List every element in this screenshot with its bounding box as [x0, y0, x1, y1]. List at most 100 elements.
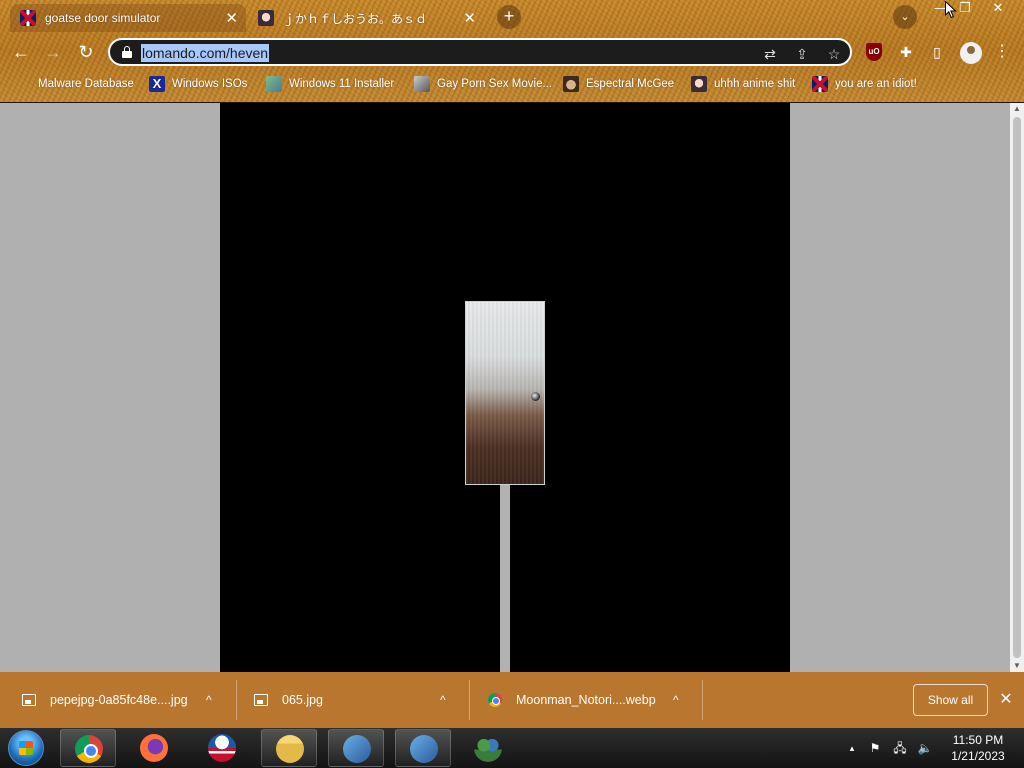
chrome-icon — [75, 735, 103, 763]
x-icon: X — [149, 76, 165, 92]
translate-icon[interactable]: ⇄ — [760, 44, 780, 64]
network-icon[interactable]: 🖧 — [890, 728, 910, 768]
reload-button[interactable]: ↻ — [73, 39, 99, 65]
bookmark-label: Espectral McGee — [586, 78, 675, 90]
tab-anime[interactable]: ｊかｈｆしおうお。あｓｄ ✕ — [248, 4, 484, 32]
download-item[interactable]: 065.jpg ^ — [254, 672, 464, 728]
anime-face-icon — [258, 10, 274, 26]
obama-logo-icon — [208, 734, 236, 762]
bookmark-anime[interactable]: uhhh anime shit — [691, 75, 795, 93]
divider — [236, 680, 237, 720]
start-button[interactable] — [8, 730, 44, 766]
uk-flag-icon — [812, 76, 828, 92]
door[interactable] — [465, 301, 545, 485]
door-knob[interactable] — [531, 392, 540, 401]
taskbar-file-explorer[interactable] — [261, 729, 317, 767]
folder-icon — [276, 735, 304, 763]
download-options-chevron-icon[interactable]: ^ — [673, 693, 679, 707]
show-hidden-icons-chevron-icon[interactable]: ▴ — [846, 728, 858, 768]
share-icon[interactable]: ⇪ — [792, 44, 812, 64]
network-computer-icon — [343, 735, 371, 763]
window-icon — [266, 76, 282, 92]
volume-icon[interactable]: 🔈 — [914, 728, 936, 768]
taskbar-network-2[interactable] — [395, 729, 451, 767]
browser-chrome: goatse door simulator ✕ ｊかｈｆしおうお。あｓｄ ✕ +… — [0, 0, 1024, 102]
downloads-bar: pepejpg-0a85fc48e....jpg ^ 065.jpg ^ Moo… — [0, 672, 1024, 728]
mouse-cursor-icon — [945, 1, 957, 19]
address-url[interactable]: lomando.com/heven — [141, 44, 270, 62]
download-filename: Moonman_Notori....webp — [516, 693, 656, 707]
users-icon — [474, 734, 502, 762]
firefox-icon — [140, 734, 168, 762]
profile-avatar[interactable] — [960, 42, 982, 64]
face-icon — [563, 76, 579, 92]
divider — [702, 680, 703, 720]
scrollbar-thumb[interactable] — [1013, 117, 1021, 658]
clock[interactable]: 11:50 PM 1/21/2023 — [942, 732, 1014, 764]
bookmark-label: Windows 11 Installer — [289, 78, 395, 90]
tab-title: goatse door simulator — [45, 11, 161, 25]
tab-search-button[interactable]: ⌄ — [893, 5, 917, 29]
tab-title: ｊかｈｆしおうお。あｓｄ — [283, 11, 428, 26]
action-center-flag-icon[interactable]: ⚑ — [866, 728, 884, 768]
vertical-scrollbar[interactable]: ▲ ▼ — [1010, 103, 1024, 672]
bookmark-label: Windows ISOs — [172, 78, 248, 90]
download-item[interactable]: pepejpg-0a85fc48e....jpg ^ — [22, 672, 232, 728]
extensions-puzzle-icon[interactable]: ✚ — [896, 42, 916, 62]
bookmark-label: Malware Database — [38, 78, 134, 90]
download-item[interactable]: Moonman_Notori....webp ^ — [488, 672, 698, 728]
divider — [469, 680, 470, 720]
new-tab-button[interactable]: + — [497, 5, 521, 29]
side-panel-icon[interactable]: ▯ — [927, 42, 947, 62]
taskbar-obama[interactable] — [194, 729, 250, 767]
show-all-button[interactable]: Show all — [913, 684, 988, 716]
page-viewport: ▲ ▼ — [0, 103, 1024, 672]
image-file-icon — [22, 694, 36, 706]
bookmarks-bar: Malware Database X Windows ISOs Windows … — [0, 72, 1024, 96]
tab-goatse-door-simulator[interactable]: goatse door simulator ✕ — [10, 4, 246, 32]
image-file-icon — [254, 694, 268, 706]
tab-strip: goatse door simulator ✕ ｊかｈｆしおうお。あｓｄ ✕ +… — [0, 0, 1024, 34]
close-window-button[interactable]: ✕ — [984, 0, 1012, 18]
tab-close-icon[interactable]: ✕ — [463, 9, 476, 27]
bookmark-espectral-mcgee[interactable]: Espectral McGee — [563, 75, 674, 93]
ublock-origin-icon[interactable]: uO — [866, 43, 882, 61]
lock-icon[interactable] — [122, 46, 132, 58]
taskbar-users[interactable] — [460, 729, 516, 767]
address-bar[interactable]: lomando.com/heven ⇄ ⇪ ☆ — [108, 38, 852, 66]
restore-button[interactable]: ❐ — [954, 0, 976, 18]
scroll-up-arrow-icon[interactable]: ▲ — [1010, 103, 1024, 115]
taskbar-network-1[interactable] — [328, 729, 384, 767]
bookmark-label: uhhh anime shit — [714, 78, 796, 90]
bookmark-windows-isos[interactable]: X Windows ISOs — [149, 75, 247, 93]
network-computer-icon — [410, 735, 438, 763]
bookmark-windows-11-installer[interactable]: Windows 11 Installer — [266, 75, 394, 93]
download-options-chevron-icon[interactable]: ^ — [440, 693, 446, 707]
clock-date: 1/21/2023 — [951, 749, 1005, 763]
bookmark-label: Gay Porn Sex Movie... — [437, 78, 553, 90]
uk-flag-icon — [20, 10, 36, 26]
clock-time: 11:50 PM — [952, 733, 1004, 747]
bookmark-label: you are an idiot! — [835, 78, 917, 90]
bookmark-star-icon[interactable]: ☆ — [824, 44, 844, 64]
taskbar-chrome[interactable] — [60, 729, 116, 767]
download-options-chevron-icon[interactable]: ^ — [206, 693, 212, 707]
forward-button[interactable]: → — [40, 39, 66, 65]
toolbar: ← → ↻ lomando.com/heven ⇄ ⇪ ☆ uO ✚ ▯ ⋮ — [0, 36, 1024, 68]
tab-close-icon[interactable]: ✕ — [225, 9, 238, 27]
bookmark-malware-database[interactable]: Malware Database — [38, 75, 134, 93]
menu-kebab-icon[interactable]: ⋮ — [992, 42, 1012, 62]
chrome-file-icon — [488, 693, 502, 707]
download-filename: 065.jpg — [282, 693, 324, 707]
bookmark-you-are-an-idiot[interactable]: you are an idiot! — [812, 75, 917, 93]
download-filename: pepejpg-0a85fc48e....jpg — [50, 693, 188, 707]
close-downloads-icon[interactable]: ✕ — [998, 690, 1014, 710]
bookmark-movie[interactable]: Gay Porn Sex Movie... — [414, 75, 552, 93]
taskbar: ▴ ⚑ 🖧 🔈 11:50 PM 1/21/2023 — [0, 728, 1024, 768]
pole — [500, 485, 510, 672]
back-button[interactable]: ← — [8, 39, 34, 65]
taskbar-firefox[interactable] — [126, 729, 182, 767]
game-stage[interactable] — [220, 103, 790, 672]
computer-icon — [414, 76, 430, 92]
scroll-down-arrow-icon[interactable]: ▼ — [1010, 660, 1024, 672]
